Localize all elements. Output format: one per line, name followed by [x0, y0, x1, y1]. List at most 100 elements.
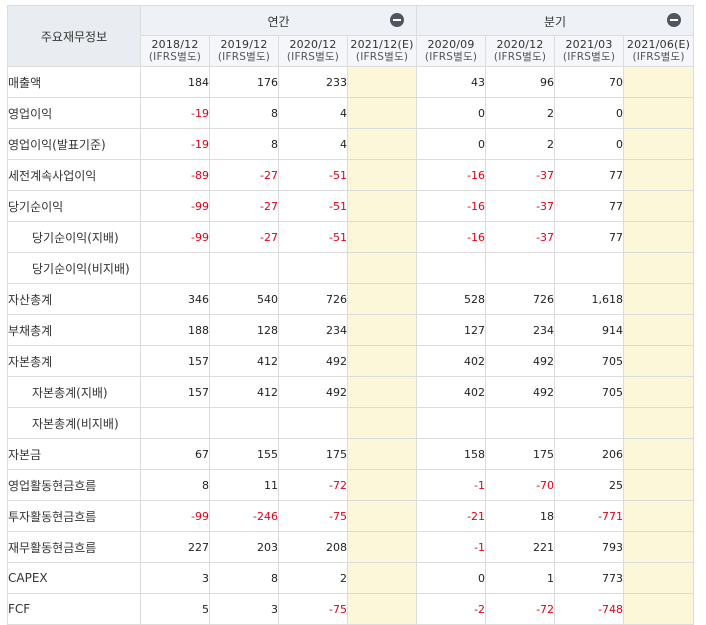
- value-cell: -70: [485, 469, 556, 501]
- period-date: 2021/03: [565, 38, 613, 51]
- estimate-cell: [346, 221, 418, 253]
- annual-collapse-icon[interactable]: [390, 13, 405, 27]
- value-cell: -51: [278, 190, 348, 222]
- estimate-cell: [623, 438, 695, 470]
- value-cell: -37: [485, 190, 556, 222]
- period-basis: (IFRS별도): [424, 51, 478, 63]
- estimate-cell: [623, 469, 695, 501]
- value-cell: [485, 252, 556, 284]
- value-cell: 77: [554, 159, 625, 191]
- row-label: 당기순이익(비지배): [7, 252, 141, 284]
- value-cell: -21: [416, 500, 487, 532]
- row-label: 재무활동현금흐름: [7, 531, 141, 563]
- row-label: 매출액: [7, 66, 141, 98]
- value-cell: 8: [209, 128, 279, 160]
- period-header: 2020/12 (IFRS별도): [485, 35, 556, 67]
- value-cell: 43: [416, 66, 487, 98]
- value-cell: 793: [554, 531, 625, 563]
- period-basis: (IFRS별도): [355, 51, 409, 63]
- period-header: 2020/12 (IFRS별도): [278, 35, 348, 67]
- value-cell: [140, 407, 210, 439]
- estimate-cell: [346, 128, 418, 160]
- estimate-cell: [623, 252, 695, 284]
- value-cell: 221: [485, 531, 556, 563]
- period-date: 2018/12: [151, 38, 199, 51]
- quarter-label: 분기: [544, 15, 567, 29]
- value-cell: 492: [278, 345, 348, 377]
- annual-group-header: 연간: [139, 5, 418, 36]
- value-cell: -16: [416, 190, 487, 222]
- value-cell: -246: [209, 500, 279, 532]
- value-cell: 726: [485, 283, 556, 315]
- row-label: 자본금: [7, 438, 141, 470]
- period-date: 2019/12: [220, 38, 268, 51]
- value-cell: 346: [140, 283, 210, 315]
- table-row: 영업이익 -19 8 4 0 2 0: [7, 97, 695, 129]
- value-cell: 492: [485, 376, 556, 408]
- value-cell: [554, 407, 625, 439]
- table-row: 자본총계 157 412 492 402 492 705: [7, 345, 695, 377]
- value-cell: -99: [140, 500, 210, 532]
- value-cell: 726: [278, 283, 348, 315]
- value-cell: [278, 252, 348, 284]
- value-cell: -27: [209, 190, 279, 222]
- value-cell: -19: [140, 128, 210, 160]
- value-cell: 11: [209, 469, 279, 501]
- value-cell: 402: [416, 345, 487, 377]
- value-cell: [278, 407, 348, 439]
- value-cell: 206: [554, 438, 625, 470]
- value-cell: -89: [140, 159, 210, 191]
- value-cell: 77: [554, 221, 625, 253]
- estimate-cell: [623, 283, 695, 315]
- table-row: 자본총계(비지배): [7, 407, 695, 439]
- row-label: 당기순이익: [7, 190, 141, 222]
- value-cell: -72: [278, 469, 348, 501]
- value-cell: 914: [554, 314, 625, 346]
- table-row: 투자활동현금흐름 -99 -246 -75 -21 18 -771: [7, 500, 695, 532]
- value-cell: 492: [485, 345, 556, 377]
- value-cell: -51: [278, 221, 348, 253]
- table-row: 재무활동현금흐름 227 203 208 -1 221 793: [7, 531, 695, 563]
- table-row: 자본금 67 155 175 158 175 206: [7, 438, 695, 470]
- value-cell: -16: [416, 159, 487, 191]
- row-label: FCF: [7, 593, 141, 625]
- period-basis: (IFRS별도): [286, 51, 340, 63]
- period-date: 2020/12: [496, 38, 544, 51]
- value-cell: 0: [554, 128, 625, 160]
- table-row: CAPEX 3 8 2 0 1 773: [7, 562, 695, 594]
- estimate-cell: [623, 66, 695, 98]
- estimate-cell: [623, 345, 695, 377]
- quarter-collapse-icon[interactable]: [667, 13, 682, 27]
- estimate-cell: [623, 562, 695, 594]
- row-label: 자본총계(지배): [7, 376, 141, 408]
- value-cell: 402: [416, 376, 487, 408]
- value-cell: 492: [278, 376, 348, 408]
- table-row: 당기순이익(비지배): [7, 252, 695, 284]
- quarter-group-header: 분기: [416, 5, 695, 36]
- period-header: 2020/09 (IFRS별도): [416, 35, 487, 67]
- value-cell: 25: [554, 469, 625, 501]
- value-cell: -19: [140, 97, 210, 129]
- value-cell: 234: [485, 314, 556, 346]
- value-cell: 705: [554, 345, 625, 377]
- estimate-cell: [623, 97, 695, 129]
- value-cell: -37: [485, 159, 556, 191]
- value-cell: -2: [416, 593, 487, 625]
- value-cell: -16: [416, 221, 487, 253]
- financial-summary-table: 주요재무정보 연간 분기 2018/12 (IFRS별도) 2019/12 (IFRS…: [7, 5, 695, 625]
- value-cell: [485, 407, 556, 439]
- value-cell: 1,618: [554, 283, 625, 315]
- period-header: 2021/06(E) (IFRS별도): [623, 35, 695, 67]
- estimate-cell: [623, 159, 695, 191]
- value-cell: 96: [485, 66, 556, 98]
- value-cell: 5: [140, 593, 210, 625]
- value-cell: -99: [140, 190, 210, 222]
- row-label: 부채총계: [7, 314, 141, 346]
- estimate-cell: [346, 438, 418, 470]
- table-row: 세전계속사업이익 -89 -27 -51 -16 -37 77: [7, 159, 695, 191]
- row-label: 세전계속사업이익: [7, 159, 141, 191]
- value-cell: 2: [278, 562, 348, 594]
- period-date: 2021/12(E): [350, 38, 414, 51]
- table-row: 당기순이익(지배) -99 -27 -51 -16 -37 77: [7, 221, 695, 253]
- value-cell: 157: [140, 345, 210, 377]
